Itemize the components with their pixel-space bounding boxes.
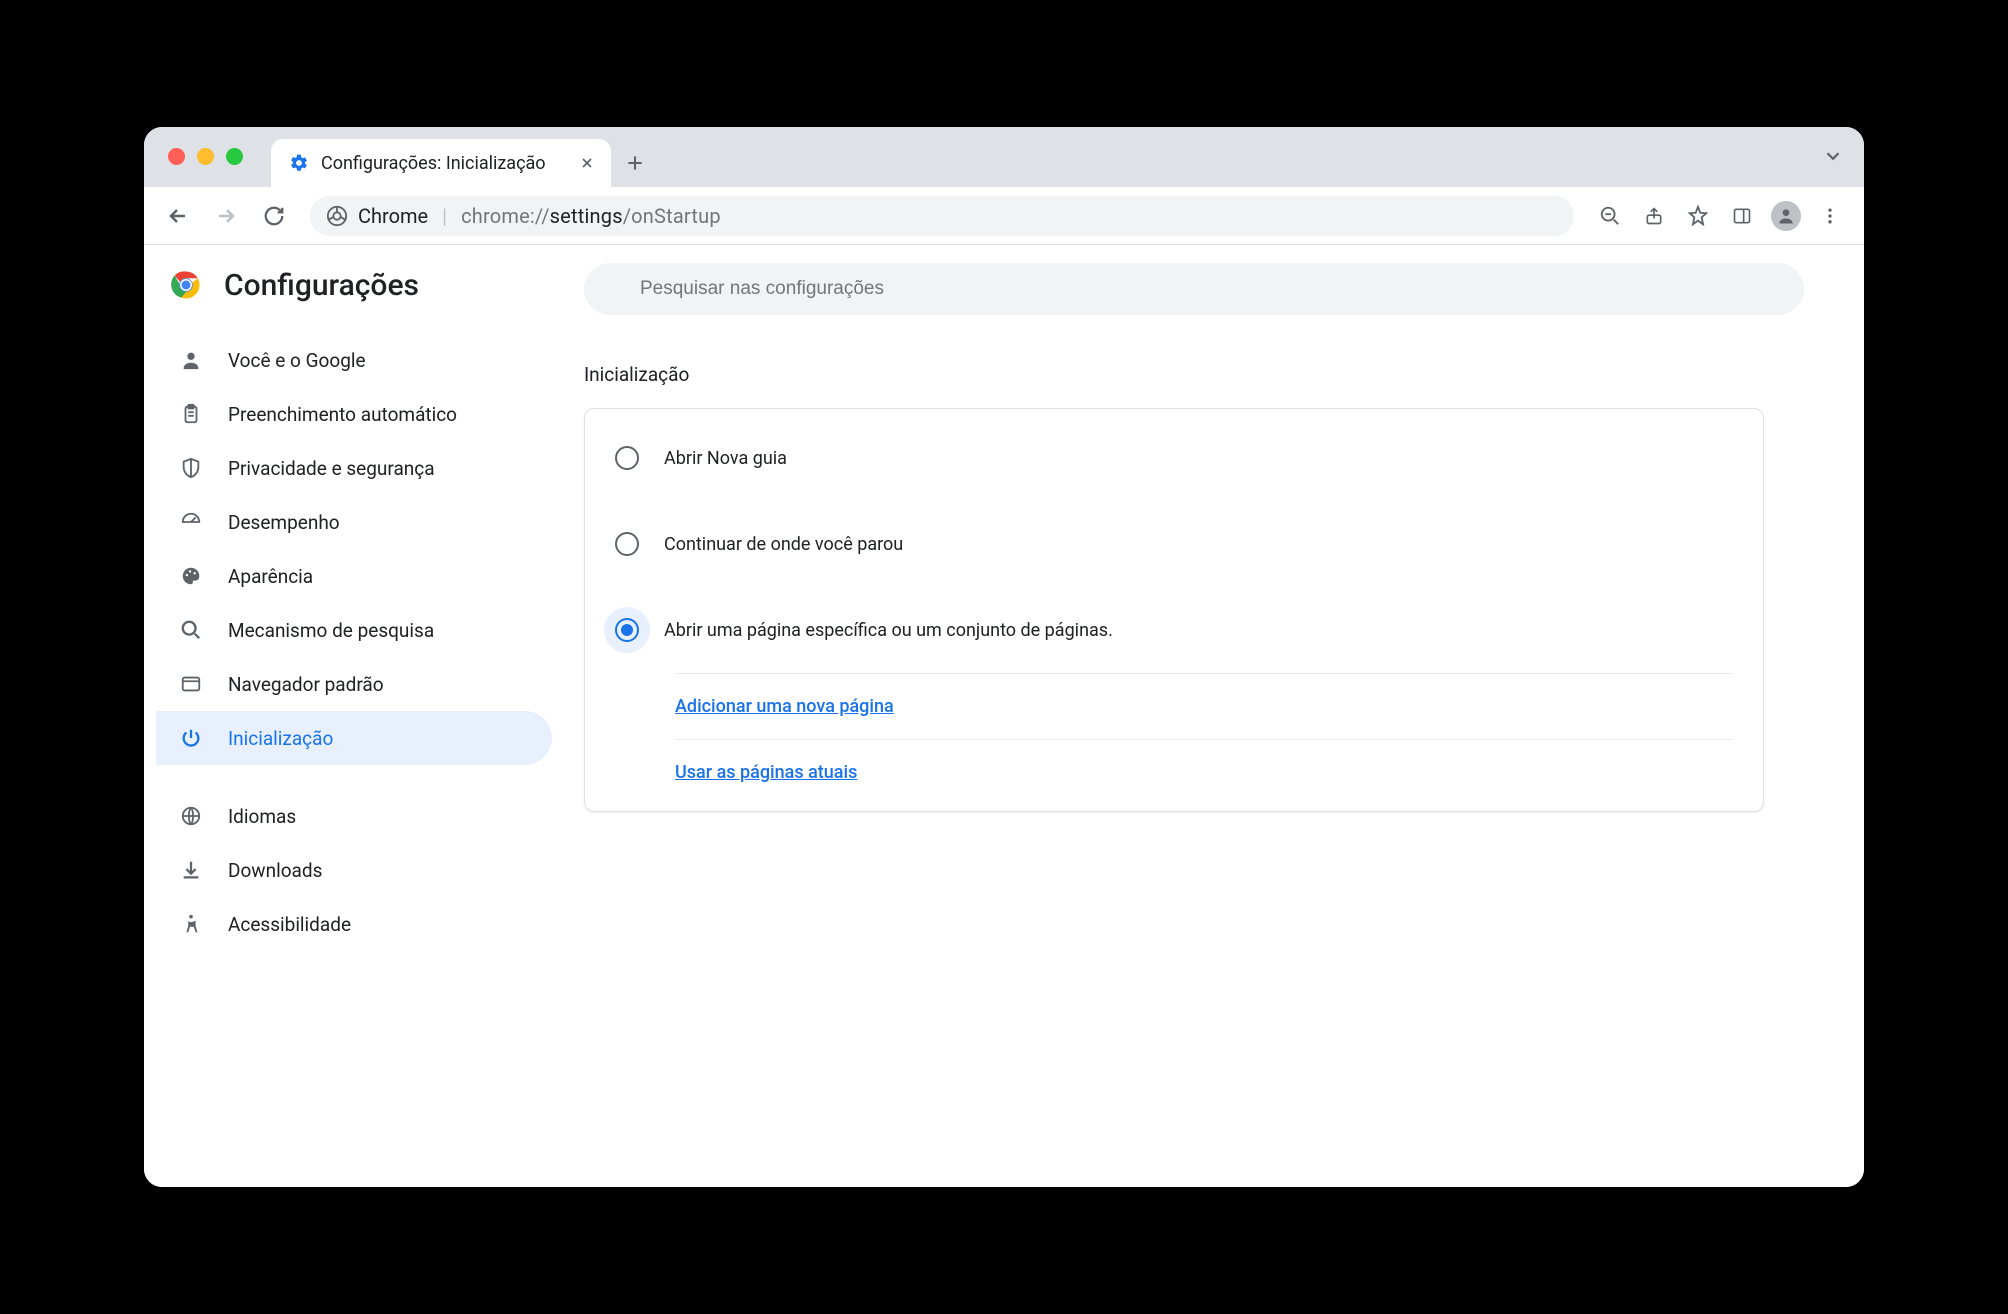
power-icon <box>178 727 204 749</box>
download-icon <box>178 859 204 881</box>
browser-window: Configurações: Inicialização Chrome | <box>144 127 1864 1187</box>
browser-tab[interactable]: Configurações: Inicialização <box>271 139 611 187</box>
close-window-button[interactable] <box>168 148 185 165</box>
sidebar-item-privacy[interactable]: Privacidade e segurança <box>156 441 552 495</box>
sidebar-item-accessibility[interactable]: Acessibilidade <box>156 897 552 951</box>
gear-icon <box>289 153 309 173</box>
sidebar-item-label: Acessibilidade <box>228 913 351 936</box>
sidebar-item-default-browser[interactable]: Navegador padrão <box>156 657 552 711</box>
toolbar: Chrome | chrome://settings/onStartup <box>144 187 1864 245</box>
startup-sub-actions: Adicionar uma nova página Usar as página… <box>675 673 1733 805</box>
sidebar-column: Configurações Você e o Google Preenchime… <box>144 245 584 1187</box>
minimize-window-button[interactable] <box>197 148 214 165</box>
chrome-logo-icon <box>168 267 204 303</box>
shield-icon <box>178 457 204 479</box>
radio-icon <box>615 532 639 556</box>
sidebar-item-label: Downloads <box>228 859 322 882</box>
avatar-icon <box>1771 201 1801 231</box>
settings-search-input[interactable] <box>584 263 1804 315</box>
browser-icon <box>178 673 204 695</box>
sidebar-item-label: Navegador padrão <box>228 673 384 696</box>
palette-icon <box>178 565 204 587</box>
maximize-window-button[interactable] <box>226 148 243 165</box>
page-title: Configurações <box>224 268 419 303</box>
tab-list-button[interactable] <box>1822 145 1844 167</box>
clipboard-icon <box>178 403 204 425</box>
chrome-product-icon <box>326 205 348 227</box>
radio-icon <box>615 446 639 470</box>
bookmark-button[interactable] <box>1678 196 1718 236</box>
profile-button[interactable] <box>1766 196 1806 236</box>
sidebar-item-you-and-google[interactable]: Você e o Google <box>156 333 552 387</box>
speed-icon <box>178 511 204 533</box>
search-icon <box>178 619 204 641</box>
sidebar-item-autofill[interactable]: Preenchimento automático <box>156 387 552 441</box>
new-tab-button[interactable] <box>611 139 659 187</box>
omnibox-separator: | <box>442 204 447 228</box>
tab-title: Configurações: Inicialização <box>321 153 546 174</box>
main-panel: Inicialização Abrir Nova guia Continuar … <box>584 245 1864 1187</box>
sidebar-item-on-startup[interactable]: Inicialização <box>156 711 552 765</box>
sidebar-item-label: Mecanismo de pesquisa <box>228 619 434 642</box>
radio-option-specific-pages[interactable]: Abrir uma página específica ou um conjun… <box>585 587 1763 673</box>
section-title: Inicialização <box>584 363 1824 386</box>
sidebar-item-downloads[interactable]: Downloads <box>156 843 552 897</box>
startup-options-card: Abrir Nova guia Continuar de onde você p… <box>584 408 1764 812</box>
sidebar-item-performance[interactable]: Desempenho <box>156 495 552 549</box>
side-panel-button[interactable] <box>1722 196 1762 236</box>
window-controls <box>168 148 243 165</box>
omnibox-url: chrome://settings/onStartup <box>461 204 721 228</box>
radio-option-continue[interactable]: Continuar de onde você parou <box>585 501 1763 587</box>
use-current-pages-link[interactable]: Usar as páginas atuais <box>675 762 857 783</box>
person-icon <box>178 349 204 371</box>
address-bar[interactable]: Chrome | chrome://settings/onStartup <box>310 196 1574 236</box>
close-tab-button[interactable] <box>579 155 595 171</box>
menu-button[interactable] <box>1810 196 1850 236</box>
sidebar-item-label: Inicialização <box>228 727 333 750</box>
radio-label: Continuar de onde você parou <box>664 534 903 555</box>
settings-content: Configurações Você e o Google Preenchime… <box>144 245 1864 1187</box>
back-button[interactable] <box>158 196 198 236</box>
radio-label: Abrir uma página específica ou um conjun… <box>664 620 1113 641</box>
sidebar-item-label: Privacidade e segurança <box>228 457 435 480</box>
sidebar-item-search-engine[interactable]: Mecanismo de pesquisa <box>156 603 552 657</box>
forward-button[interactable] <box>206 196 246 236</box>
zoom-out-button[interactable] <box>1590 196 1630 236</box>
sidebar-item-label: Idiomas <box>228 805 296 828</box>
globe-icon <box>178 805 204 827</box>
radio-icon <box>615 618 639 642</box>
sidebar-item-label: Você e o Google <box>228 349 366 372</box>
settings-header: Configurações <box>144 253 584 327</box>
sidebar-item-languages[interactable]: Idiomas <box>156 789 552 843</box>
tab-strip: Configurações: Inicialização <box>144 127 1864 187</box>
reload-button[interactable] <box>254 196 294 236</box>
omnibox-product: Chrome <box>358 204 428 228</box>
sidebar-item-label: Preenchimento automático <box>228 403 457 426</box>
sidebar-item-label: Desempenho <box>228 511 340 534</box>
radio-option-new-tab[interactable]: Abrir Nova guia <box>585 415 1763 501</box>
sidebar-item-label: Aparência <box>228 565 313 588</box>
radio-label: Abrir Nova guia <box>664 448 787 469</box>
add-new-page-link[interactable]: Adicionar uma nova página <box>675 696 894 717</box>
sidebar-item-appearance[interactable]: Aparência <box>156 549 552 603</box>
share-button[interactable] <box>1634 196 1674 236</box>
accessibility-icon <box>178 913 204 935</box>
sidebar-nav: Você e o Google Preenchimento automático… <box>144 327 584 957</box>
